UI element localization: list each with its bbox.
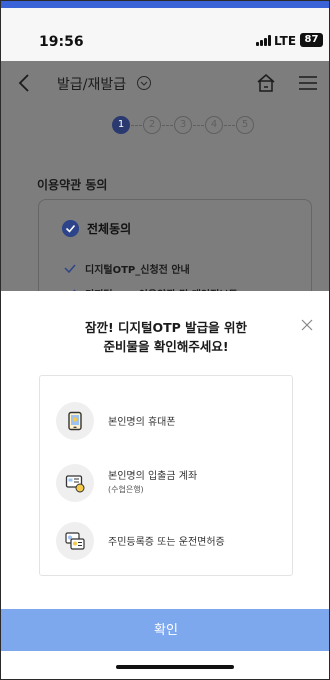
nav-header: 발급/재발급 [1, 61, 329, 107]
home-icon[interactable] [255, 72, 277, 94]
terms-agree-box: 전체동의 디지털OTP_신청전 안내 디지털OTP 이용약관 및 개인정보동 [38, 199, 312, 301]
step-2: 2 [143, 116, 161, 134]
step-connector [131, 125, 142, 126]
all-agree-label[interactable]: 전체동의 [87, 220, 131, 237]
chevron-down-circle-icon[interactable] [136, 75, 152, 91]
step-indicator: 1 2 3 4 5 [91, 116, 254, 136]
requirement-item-id-card: 주민등록증 또는 운전면허증 [56, 522, 286, 562]
close-icon[interactable] [300, 318, 314, 332]
modal-title-line-1: 잠깐! 디지털OTP 발급을 위한 [84, 320, 248, 335]
home-indicator[interactable] [116, 665, 234, 669]
requirements-bottom-sheet: 잠깐! 디지털OTP 발급을 위한 준비물을 확인해주세요! 본인명의 휴대폰 [1, 291, 329, 679]
step-connector [224, 125, 235, 126]
menu-icon[interactable] [298, 74, 318, 92]
app-screen: 19:56 LTE 87 발급/재발급 1 2 3 4 5 이용약관 동의 전체… [0, 0, 330, 680]
check-icon[interactable] [64, 264, 76, 274]
terms-item-label[interactable]: 디지털OTP_신청전 안내 [85, 261, 190, 276]
requirement-label: 본인명의 입출금 계좌 [108, 471, 198, 482]
signal-icon [256, 35, 271, 46]
network-type: LTE [274, 34, 297, 48]
step-connector [193, 125, 204, 126]
step-connector [162, 125, 173, 126]
terms-section-title: 이용약관 동의 [37, 178, 108, 192]
step-3: 3 [174, 116, 192, 134]
background-page-dimmed: 발급/재발급 1 2 3 4 5 이용약관 동의 전체동의 디지털OTP_신청전… [1, 61, 329, 301]
requirement-item-account: 본인명의 입출금 계좌 (수협은행) [56, 464, 286, 504]
requirement-label: 주민등록증 또는 운전면허증 [108, 537, 225, 548]
requirement-label: 본인명의 휴대폰 [108, 417, 176, 428]
phone-icon [56, 402, 94, 440]
requirement-sublabel: (수협은행) [108, 485, 144, 494]
modal-title: 잠깐! 디지털OTP 발급을 위한 준비물을 확인해주세요! [41, 318, 291, 356]
id-card-icon [56, 522, 94, 560]
step-5: 5 [236, 116, 254, 134]
requirement-item-phone: 본인명의 휴대폰 [56, 402, 286, 442]
modal-title-line-2: 준비물을 확인해주세요! [103, 339, 229, 354]
step-1: 1 [112, 116, 130, 134]
requirements-list: 본인명의 휴대폰 본인명의 입출금 계좌 (수협은행) 주민등록증 또는 운전면… [39, 375, 293, 576]
check-circle-icon[interactable] [62, 220, 79, 237]
status-time: 19:56 [39, 34, 84, 50]
battery-icon: 87 [300, 33, 323, 47]
confirm-button[interactable]: 확인 [1, 609, 329, 651]
top-accent-bar [1, 1, 329, 8]
status-bar: 19:56 LTE 87 [1, 8, 329, 61]
back-icon[interactable] [15, 71, 35, 95]
page-title: 발급/재발급 [57, 77, 127, 93]
bank-account-icon [56, 464, 94, 502]
step-4: 4 [205, 116, 223, 134]
